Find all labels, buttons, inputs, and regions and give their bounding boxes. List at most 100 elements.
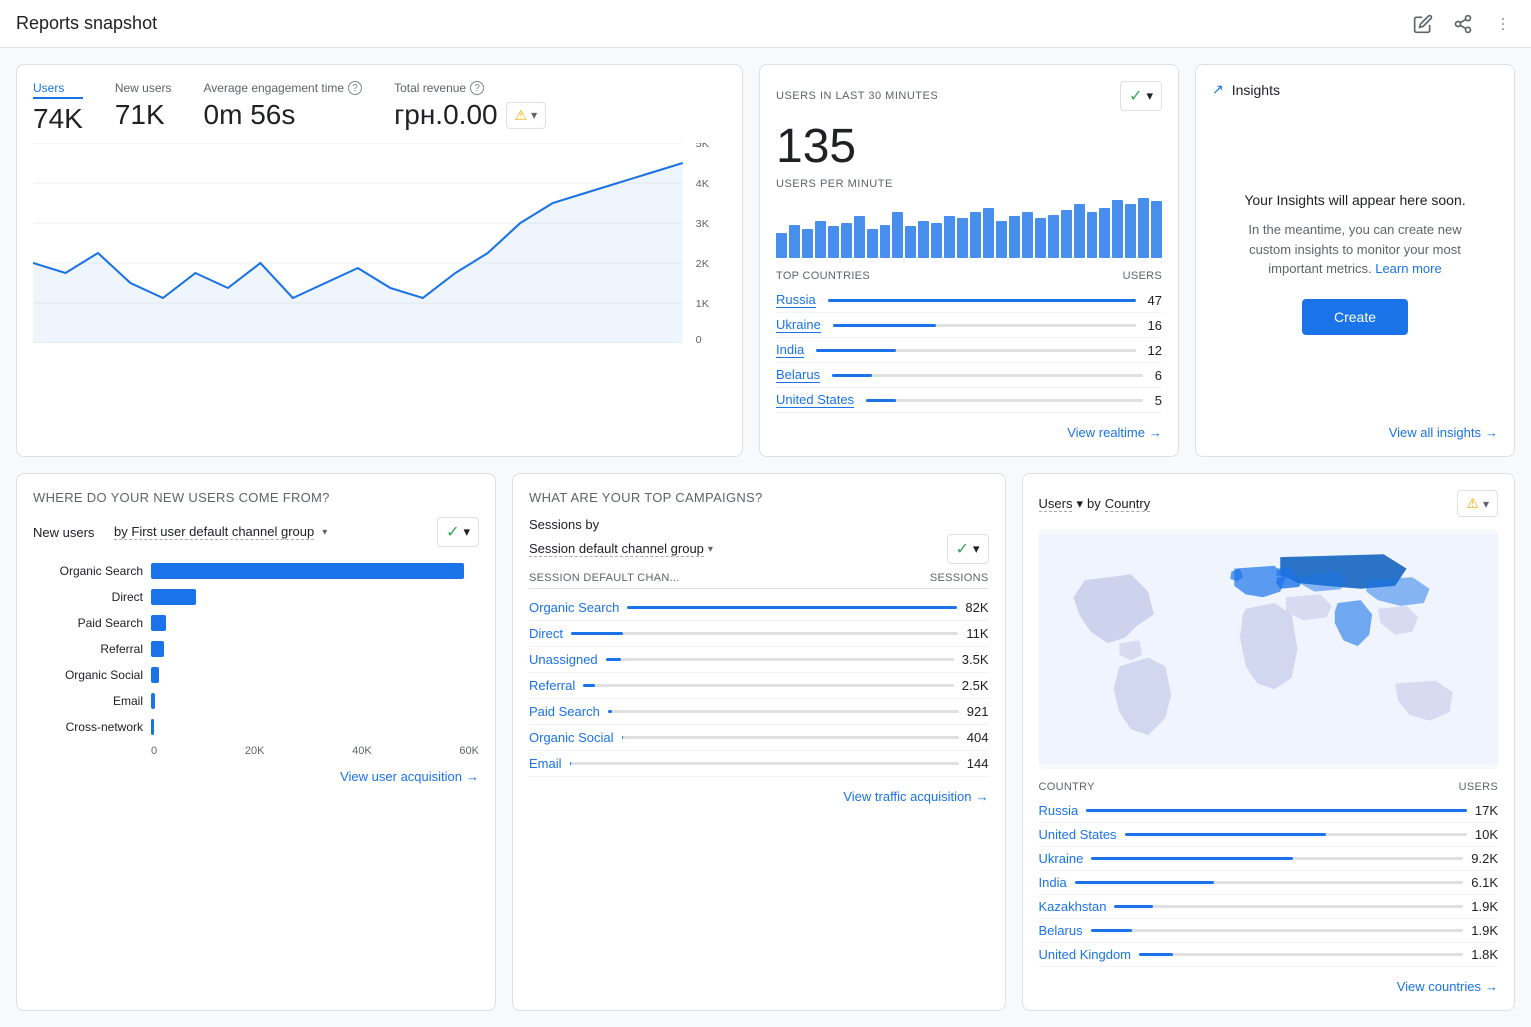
country-bar [828, 299, 1136, 302]
bar-mini [776, 233, 787, 258]
bar-mini [854, 216, 865, 258]
country-bar-container [828, 299, 1136, 302]
hbar-label: Direct [33, 590, 143, 604]
dropdown-arrow: ▾ [1483, 497, 1489, 511]
revenue-label: Total revenue ? [394, 81, 546, 95]
hbar-fill [151, 641, 164, 657]
check-icon: ✓ [446, 522, 459, 542]
world-bar-container [1114, 905, 1463, 908]
camp-name[interactable]: Referral [529, 678, 575, 693]
world-alert-button[interactable]: ⚠ ▾ [1457, 490, 1498, 517]
x-axis-label: 0 [151, 745, 157, 757]
bar-mini [1138, 198, 1149, 258]
world-bar-container [1086, 809, 1467, 812]
world-row: Ukraine 9.2K [1039, 847, 1499, 871]
camp-name[interactable]: Organic Social [529, 730, 614, 745]
create-button[interactable]: Create [1302, 299, 1408, 335]
world-map-svg [1039, 529, 1499, 769]
country-count: 6 [1155, 368, 1162, 383]
top-countries-label: TOP COUNTRIES [776, 270, 870, 282]
realtime-bar-chart [776, 198, 1162, 258]
bar-mini [1112, 200, 1123, 258]
camp-bar [622, 736, 624, 739]
view-traffic-acquisition-link[interactable]: View traffic acquisition → [529, 789, 989, 804]
world-map [1039, 529, 1499, 769]
revenue-alert-button[interactable]: ⚠ ▾ [506, 102, 547, 129]
realtime-value: 135 [776, 119, 1162, 174]
camp-name[interactable]: Organic Search [529, 600, 619, 615]
share-icon[interactable] [1451, 12, 1475, 36]
country-bar-container [832, 374, 1143, 377]
country-count: 16 [1148, 318, 1162, 333]
country-name[interactable]: Belarus [776, 367, 820, 383]
world-country[interactable]: Belarus [1039, 923, 1083, 938]
bar-mini [905, 226, 916, 258]
world-table-header: COUNTRY USERS [1039, 781, 1499, 793]
more-icon[interactable] [1491, 12, 1515, 36]
users-label[interactable]: Users [33, 81, 83, 99]
where-from-status-chip[interactable]: ✓ ▾ [437, 517, 479, 547]
users-value: 74K [33, 103, 83, 135]
svg-text:0: 0 [696, 335, 702, 343]
view-all-insights-link[interactable]: View all insights → [1212, 413, 1498, 440]
realtime-status-chip[interactable]: ✓ ▾ [1120, 81, 1162, 111]
hbar-label: Email [33, 694, 143, 708]
world-val: 17K [1475, 803, 1498, 818]
country-bar-container [833, 324, 1136, 327]
world-header: Users ▾ by Country ⚠ ▾ [1039, 490, 1499, 517]
countries-rows: Russia 47 Ukraine 16 India 12 Belarus 6 … [776, 288, 1162, 413]
users-selector[interactable]: Users [1039, 496, 1073, 512]
learn-more-link[interactable]: Learn more [1375, 261, 1441, 276]
camp-bar-container [583, 684, 954, 687]
camp-name[interactable]: Unassigned [529, 652, 598, 667]
world-bar [1086, 809, 1467, 812]
engagement-info-icon[interactable]: ? [348, 81, 362, 95]
world-bar-container [1091, 929, 1464, 932]
view-user-acquisition-link[interactable]: View user acquisition → [33, 769, 479, 784]
hbar-label: Referral [33, 642, 143, 656]
country-row: India 12 [776, 338, 1162, 363]
view-realtime-link[interactable]: View realtime → [776, 425, 1162, 440]
camp-name[interactable]: Paid Search [529, 704, 600, 719]
world-bar [1114, 905, 1153, 908]
campaigns-status-chip[interactable]: ✓ ▾ [947, 534, 989, 564]
country-name[interactable]: Russia [776, 292, 816, 308]
world-country[interactable]: India [1039, 875, 1067, 890]
world-row: Russia 17K [1039, 799, 1499, 823]
country-name[interactable]: Ukraine [776, 317, 821, 333]
bar-mini [1099, 208, 1110, 258]
world-country[interactable]: Kazakhstan [1039, 899, 1107, 914]
country-bar [866, 399, 896, 402]
bar-mini [880, 225, 891, 258]
arrow-icon: → [976, 789, 989, 804]
world-bar [1091, 929, 1133, 932]
world-bar-container [1139, 953, 1463, 956]
bar-mini [1125, 204, 1136, 258]
camp-name[interactable]: Direct [529, 626, 563, 641]
view-countries-link[interactable]: View countries → [1039, 979, 1499, 994]
country-name[interactable]: United States [776, 392, 854, 408]
world-val: 6.1K [1471, 875, 1498, 890]
camp-bar [571, 632, 623, 635]
camp-name[interactable]: Email [529, 756, 562, 771]
country-selector[interactable]: Country [1105, 496, 1151, 512]
revenue-info-icon[interactable]: ? [470, 81, 484, 95]
dropdown-arrow: ▾ [463, 524, 470, 540]
world-row: Belarus 1.9K [1039, 919, 1499, 943]
insights-title: Insights [1232, 82, 1280, 98]
insights-text: In the meantime, you can create new cust… [1232, 220, 1478, 279]
camp-selector-label[interactable]: Session default channel group [529, 541, 704, 557]
selector-label[interactable]: by First user default channel group [114, 524, 314, 540]
camp-bar-container [606, 658, 954, 661]
insights-headline: Your Insights will appear here soon. [1244, 192, 1465, 208]
users-chart: 5K 4K 3K 2K 1K 0 30 Apr 07 May 14 21 [33, 143, 726, 343]
country-name[interactable]: India [776, 342, 804, 358]
edit-icon[interactable] [1411, 12, 1435, 36]
world-country[interactable]: Russia [1039, 803, 1079, 818]
world-bar [1075, 881, 1214, 884]
camp-bar-container [627, 606, 957, 609]
camp-bar-container [622, 736, 959, 739]
world-country[interactable]: United States [1039, 827, 1117, 842]
world-country[interactable]: United Kingdom [1039, 947, 1132, 962]
camp-bar-container [571, 632, 958, 635]
